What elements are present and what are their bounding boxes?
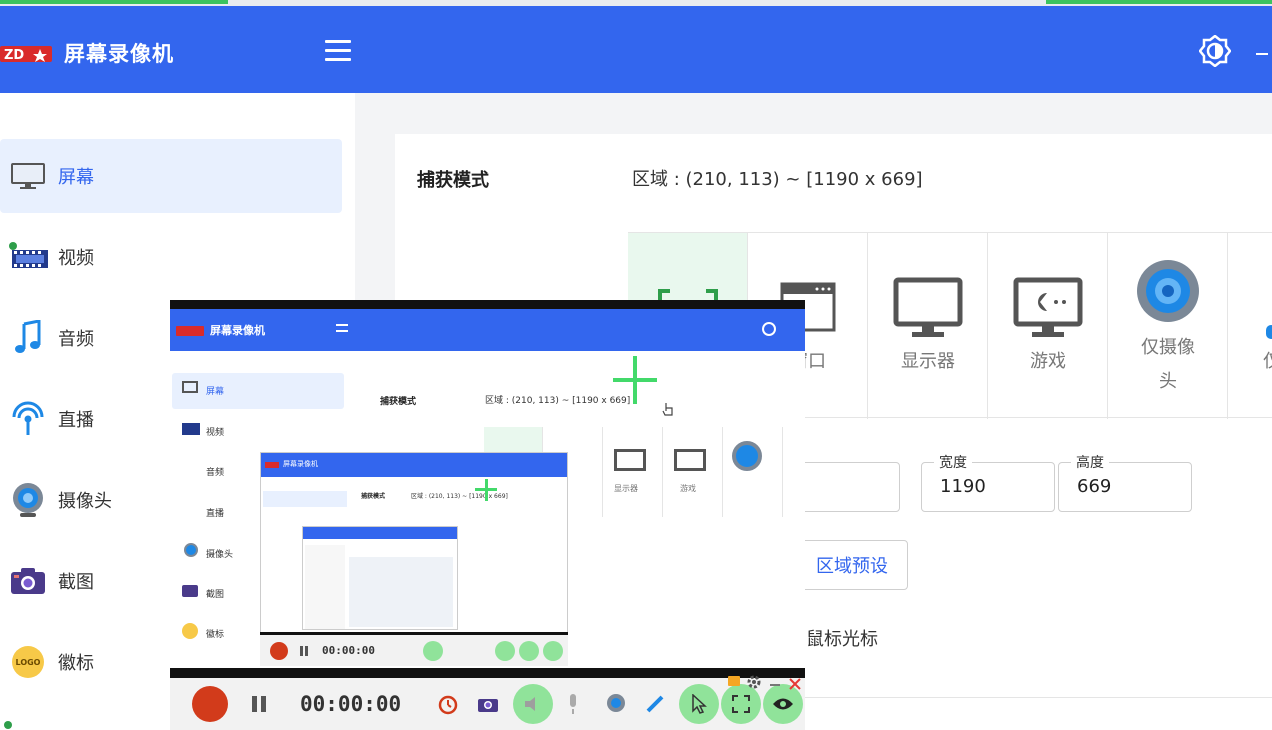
speaker-toggle[interactable]: [513, 684, 554, 724]
nested-sidebar-label: 音频: [206, 468, 225, 478]
nested-screen-preview-3: [302, 526, 458, 630]
capture-mode-label: 捕获模式: [417, 170, 489, 191]
nested-capture-label-2: 捕获模式: [361, 493, 386, 500]
close-icon[interactable]: [789, 678, 801, 690]
sidebar-item-label: 屏幕: [58, 167, 94, 188]
display-icon: [893, 277, 963, 337]
alarm-clock-icon[interactable]: [437, 693, 459, 715]
webcam-icon: [0, 480, 56, 520]
nested-sidebar-label: 摄像头: [206, 550, 234, 560]
height-field[interactable]: 高度 669: [1058, 452, 1192, 512]
game-icon: [1013, 277, 1083, 337]
music-note-icon: [0, 318, 56, 358]
width-label: 宽度: [934, 452, 972, 472]
progress-strip-left: [0, 0, 228, 4]
minimize-toolbar-icon[interactable]: [770, 684, 780, 686]
broadcast-icon: [0, 399, 56, 439]
cursor-toggle[interactable]: [679, 684, 720, 724]
logo-badge-icon: LOGO: [0, 642, 56, 682]
progress-strip-right: [1046, 0, 1272, 4]
height-value[interactable]: 669: [1077, 476, 1111, 497]
mode-label: 仅: [1262, 347, 1272, 373]
x-field[interactable]: [800, 462, 900, 512]
sidebar-item-label: 摄像头: [58, 491, 112, 512]
sidebar-item-video[interactable]: 视频: [0, 220, 342, 294]
fullscreen-icon: [732, 695, 751, 713]
mode-label: 显示器: [901, 351, 955, 372]
mode-label: 仅摄像头: [1141, 337, 1195, 392]
gear-icon[interactable]: [746, 674, 762, 690]
nested-sidebar-label: 直播: [206, 509, 225, 519]
nested-region-text-2: 区域 : (210, 113) ~ [1190 x 669]: [411, 493, 508, 500]
mode-label: 游戏: [1030, 351, 1066, 372]
camera-icon: [0, 561, 56, 601]
record-button[interactable]: [192, 686, 228, 722]
app-logo: ZD: [0, 46, 52, 63]
sidebar-item-label: 音频: [58, 329, 94, 350]
logo-text: ZD: [4, 48, 24, 63]
nested-toolbar: 00:00:00: [260, 632, 568, 666]
pause-button[interactable]: [252, 696, 266, 712]
preview-toggle[interactable]: [763, 684, 804, 724]
region-preset-button[interactable]: 区域预设: [796, 540, 908, 590]
mode-audio-only[interactable]: 仅: [1228, 233, 1272, 419]
mode-webcam-only[interactable]: 仅摄像头: [1108, 233, 1228, 419]
hamburger-menu-icon[interactable]: [325, 40, 351, 62]
sidebar-item-screen[interactable]: 屏幕: [0, 139, 342, 213]
recording-toolbar: 00:00:00: [170, 668, 805, 730]
nested-sidebar-label: 视频: [206, 428, 225, 438]
width-value[interactable]: 1190: [940, 476, 986, 497]
mouse-cursor-label: 鼠标光标: [806, 629, 878, 650]
nested-region-text: 区域 : (210, 113) ~ [1190 x 669]: [485, 396, 631, 406]
height-label: 高度: [1071, 452, 1109, 472]
fullscreen-toggle[interactable]: [721, 684, 762, 724]
nested-header-2: 屏幕录像机: [261, 453, 567, 477]
sidebar-item-label: 徽标: [58, 653, 94, 674]
nested-app-title: 屏幕录像机: [210, 324, 265, 337]
crosshair-horizontal: [613, 378, 657, 382]
folder-icon[interactable]: [728, 676, 740, 686]
pen-icon[interactable]: [645, 694, 665, 714]
film-icon: [0, 237, 56, 277]
status-dot: [4, 721, 12, 729]
sidebar-item-label: 视频: [58, 248, 94, 269]
audio-icon: [1266, 325, 1272, 339]
monitor-icon: [0, 156, 56, 196]
nested-app-title-2: 屏幕录像机: [283, 460, 318, 468]
nested-mode-label: 显示器: [614, 484, 638, 493]
eye-icon: [773, 698, 794, 710]
mode-game[interactable]: 游戏: [988, 233, 1108, 419]
recording-timer: 00:00:00: [300, 692, 402, 716]
mode-display[interactable]: 显示器: [868, 233, 988, 419]
sidebar-item-label: 直播: [58, 410, 94, 431]
microphone-icon[interactable]: [567, 693, 579, 715]
nested-sidebar-label: 屏幕: [206, 387, 225, 397]
nested-sidebar-label: 截图: [206, 590, 225, 600]
nested-capture-label: 捕获模式: [380, 397, 417, 407]
sidebar-item-label: 截图: [58, 572, 94, 593]
app-title: 屏幕录像机: [64, 42, 174, 66]
width-field[interactable]: 宽度 1190: [921, 452, 1055, 512]
logo-badge-text: LOGO: [16, 658, 41, 667]
minimize-icon[interactable]: [1256, 53, 1268, 55]
nested-header: 屏幕录像机: [170, 309, 805, 351]
hand-cursor-icon: [662, 403, 673, 416]
app-header: ZD 屏幕录像机: [0, 6, 1272, 93]
cursor-arrow-icon: [692, 694, 708, 714]
nested-sidebar-label: 徽标: [206, 630, 225, 640]
region-readout: 区域 : (210, 113) ~ [1190 x 669]: [632, 169, 923, 190]
webcam-icon[interactable]: [605, 693, 627, 715]
nested-timer: 00:00:00: [322, 644, 375, 657]
webcam-icon: [1137, 260, 1199, 322]
nested-mode-label: 游戏: [680, 484, 696, 493]
theme-toggle-icon[interactable]: [1199, 35, 1231, 67]
speaker-icon: [525, 697, 536, 711]
camera-icon[interactable]: [477, 695, 499, 713]
